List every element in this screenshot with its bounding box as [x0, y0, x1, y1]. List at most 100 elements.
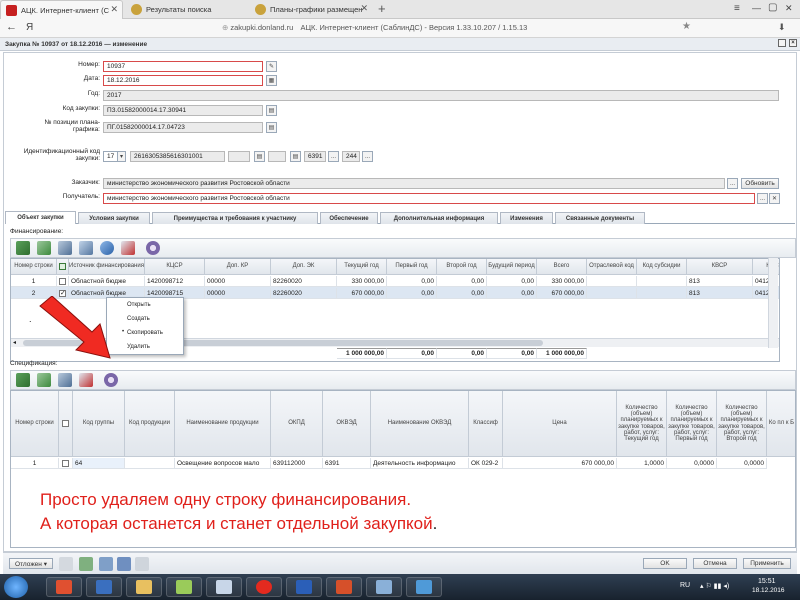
recipient-ellipsis[interactable]: ...: [757, 193, 768, 204]
browser-tab-plans[interactable]: Планы-графики размещен ✕: [250, 0, 372, 19]
tab-advantages[interactable]: Преимущества и требования к участнику: [152, 212, 318, 224]
ident-code-icon-2[interactable]: ▤: [290, 151, 301, 162]
tray-icons[interactable]: ▴ ⚐ ▮▮ ◂): [700, 582, 729, 590]
refresh-button[interactable]: Обновить: [741, 178, 779, 189]
postpone-dropdown[interactable]: Отложен ▾: [9, 558, 53, 569]
footer-link-icon[interactable]: [135, 557, 149, 571]
taskbar-word[interactable]: [286, 577, 322, 597]
tab-security[interactable]: Обеспечение: [320, 212, 378, 224]
context-menu-delete[interactable]: Удалить: [127, 344, 150, 350]
footer-history-icon[interactable]: [99, 557, 113, 571]
spec-settings-gear-icon[interactable]: [104, 373, 118, 387]
ident-code-icon-1[interactable]: ▤: [254, 151, 265, 162]
context-menu-create[interactable]: Создать: [127, 316, 150, 322]
fin-col-check[interactable]: [57, 259, 69, 275]
footer-doc-icon[interactable]: [59, 557, 73, 571]
close-tab-icon[interactable]: ✕: [110, 4, 118, 15]
new-tab-button[interactable]: +: [378, 1, 386, 16]
fin-col-sub[interactable]: Код субсидии: [637, 259, 687, 275]
cell-check[interactable]: [59, 458, 73, 469]
taskbar-powerpoint[interactable]: [326, 577, 362, 597]
date-input[interactable]: 18.12.2016: [103, 75, 263, 86]
recipient-clear-icon[interactable]: ✕: [769, 193, 780, 204]
taskbar-explorer[interactable]: [126, 577, 162, 597]
scroll-left-icon[interactable]: ◂: [13, 339, 16, 346]
back-button[interactable]: ←: [6, 21, 17, 33]
spec-col-price[interactable]: Цена: [503, 391, 617, 457]
taskbar-app-5[interactable]: [206, 577, 242, 597]
tab-object[interactable]: Объект закупки: [5, 211, 76, 224]
fin-col-otr[interactable]: Отраслевой код: [587, 259, 637, 275]
browser-menu-button[interactable]: ≡: [734, 3, 740, 14]
fin-col-y1[interactable]: Первый год: [387, 259, 437, 275]
clock-date[interactable]: 18.12.2016: [752, 587, 785, 594]
tab-related-docs[interactable]: Связанные документы: [555, 212, 645, 224]
fin-col-total[interactable]: Всего: [537, 259, 587, 275]
context-menu-copy[interactable]: Скопировать: [127, 330, 163, 336]
spec-col-okpd[interactable]: ОКПД: [271, 391, 323, 457]
spec-col-okved[interactable]: ОКВЭД: [323, 391, 371, 457]
spec-col-prodcode[interactable]: Код продукции: [125, 391, 175, 457]
customer-ellipsis[interactable]: ...: [727, 178, 738, 189]
ident-code-ellipsis[interactable]: ...: [328, 151, 339, 162]
spec-copy-icon[interactable]: [58, 373, 72, 387]
recipient-input[interactable]: министерство экономического развития Рос…: [103, 193, 755, 204]
taskbar-app-4[interactable]: [166, 577, 202, 597]
spec-select-all-checkbox[interactable]: [62, 420, 69, 427]
bookmark-star-icon[interactable]: ★: [682, 21, 691, 32]
cancel-button[interactable]: Отмена: [693, 558, 737, 569]
taskbar-app-10[interactable]: [406, 577, 442, 597]
spec-col-prodname[interactable]: Наименование продукции: [175, 391, 271, 457]
fin-col-kvsr[interactable]: КВСР: [687, 259, 753, 275]
fin-col-future[interactable]: Будущий период: [487, 259, 537, 275]
ident-code-year-select[interactable]: 17: [103, 151, 118, 162]
yandex-logo[interactable]: Я: [26, 22, 33, 33]
fin-col-source[interactable]: Источник финансирования: [69, 259, 145, 275]
spec-edit-icon[interactable]: [16, 373, 30, 387]
form-minimize-icon[interactable]: [778, 39, 786, 47]
taskbar-yandex[interactable]: [246, 577, 282, 597]
copy-row-icon[interactable]: [58, 241, 72, 255]
fin-col-y2[interactable]: Второй год: [437, 259, 487, 275]
import-icon[interactable]: [79, 241, 93, 255]
footer-attach-icon[interactable]: [117, 557, 131, 571]
plan-position-icon[interactable]: ▤: [266, 122, 277, 133]
spec-add-icon[interactable]: [37, 373, 51, 387]
browser-tab-search[interactable]: Результаты поиска: [126, 0, 248, 19]
edit-row-icon[interactable]: [16, 241, 30, 255]
spec-col-qcur[interactable]: Количество (объем) планируемых к закупке…: [617, 391, 667, 457]
minimize-button[interactable]: —: [752, 3, 761, 13]
close-window-button[interactable]: ✕: [785, 3, 793, 14]
number-edit-icon[interactable]: ✎: [266, 61, 277, 72]
start-button-icon[interactable]: [4, 576, 28, 598]
tab-conditions[interactable]: Условия закупки: [78, 212, 150, 224]
download-icon[interactable]: ⬇: [778, 22, 786, 33]
spec-col-group[interactable]: Код группы: [73, 391, 125, 457]
context-menu-open[interactable]: Открыть: [127, 302, 151, 308]
taskbar-app-1[interactable]: [46, 577, 82, 597]
row-checkbox[interactable]: [62, 459, 69, 467]
taskbar-app-9[interactable]: [366, 577, 402, 597]
spec-col-qy1[interactable]: Количество (объем) планируемых к закупке…: [667, 391, 717, 457]
tab-additional[interactable]: Дополнительная информация: [380, 212, 498, 224]
ok-button[interactable]: OK: [643, 558, 687, 569]
row-checkbox[interactable]: [59, 277, 66, 285]
spec-col-num[interactable]: Номер строки: [11, 391, 59, 457]
spec-col-qy2[interactable]: Количество (объем) планируемых к закупке…: [717, 391, 767, 457]
settings-gear-icon[interactable]: [146, 241, 160, 255]
ident-year-dropdown-icon[interactable]: ▾: [117, 151, 126, 162]
purchase-code-icon[interactable]: ▤: [266, 105, 277, 116]
browser-tab-ack[interactable]: АЦК. Интернет-клиент (С ✕: [0, 0, 123, 19]
tab-changes[interactable]: Изменения: [500, 212, 553, 224]
fin-col-cur[interactable]: Текущий год: [337, 259, 387, 275]
refresh-icon[interactable]: [100, 241, 114, 255]
maximize-button[interactable]: ▢: [768, 2, 777, 13]
add-row-icon[interactable]: [37, 241, 51, 255]
financing-vscrollbar[interactable]: [768, 258, 778, 348]
select-all-checkbox[interactable]: [59, 263, 66, 270]
fin-col-dopkr[interactable]: Доп. КР: [205, 259, 271, 275]
spec-col-okvedname[interactable]: Наименование ОКВЭД: [371, 391, 469, 457]
spec-delete-icon[interactable]: [79, 373, 93, 387]
fin-col-dopek[interactable]: Доп. ЭК: [271, 259, 337, 275]
delete-row-icon[interactable]: [121, 241, 135, 255]
